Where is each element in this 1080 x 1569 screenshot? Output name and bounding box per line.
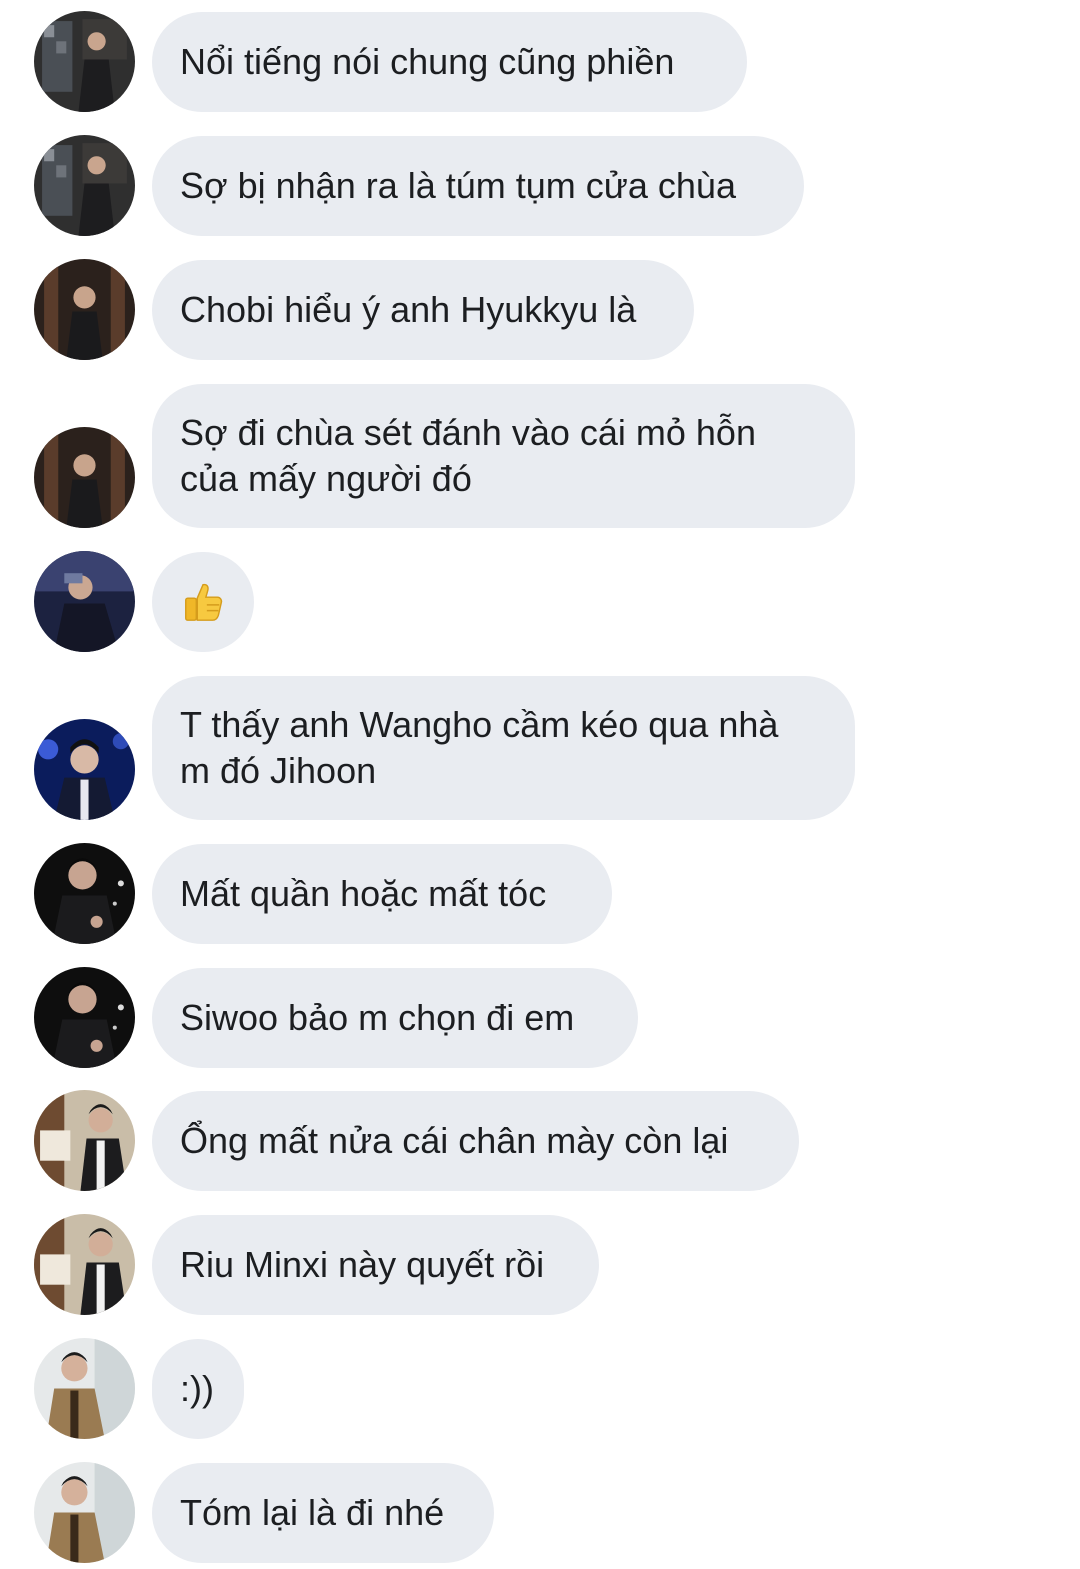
message-bubble[interactable]: Siwoo bảo m chọn đi em <box>152 968 638 1068</box>
message-text: T thấy anh Wangho cầm kéo qua nhà m đó J… <box>180 704 779 791</box>
message-row: :)) <box>0 1338 1080 1439</box>
avatar[interactable] <box>34 719 135 820</box>
avatar[interactable] <box>34 551 135 652</box>
message-text: Sợ bị nhận ra là túm tụm cửa chùa <box>180 165 736 206</box>
message-row: T thấy anh Wangho cầm kéo qua nhà m đó J… <box>0 676 1080 820</box>
message-text: :)) <box>180 1368 214 1409</box>
message-bubble[interactable]: :)) <box>152 1339 244 1439</box>
thumbs-up-icon <box>185 583 223 621</box>
message-row: Tóm lại là đi nhé <box>0 1462 1080 1563</box>
avatar[interactable] <box>34 11 135 112</box>
avatar[interactable] <box>34 1090 135 1191</box>
message-text: Chobi hiểu ý anh Hyukkyu là <box>180 289 637 330</box>
message-row: Mất quần hoặc mất tóc <box>0 843 1080 944</box>
message-row: Chobi hiểu ý anh Hyukkyu là <box>0 259 1080 360</box>
avatar[interactable] <box>34 259 135 360</box>
message-row: Sợ bị nhận ra là túm tụm cửa chùa <box>0 135 1080 236</box>
message-text: Tóm lại là đi nhé <box>180 1492 445 1533</box>
message-text: Nổi tiếng nói chung cũng phiền <box>180 41 675 82</box>
avatar[interactable] <box>34 843 135 944</box>
avatar[interactable] <box>34 135 135 236</box>
message-text: Siwoo bảo m chọn đi em <box>180 997 575 1038</box>
message-text: Riu Minxi này quyết rồi <box>180 1244 545 1285</box>
avatar[interactable] <box>34 1462 135 1563</box>
message-bubble[interactable]: T thấy anh Wangho cầm kéo qua nhà m đó J… <box>152 676 855 820</box>
message-bubble[interactable]: Mất quần hoặc mất tóc <box>152 844 612 944</box>
message-row: Ổng mất nửa cái chân mày còn lại <box>0 1090 1080 1191</box>
message-bubble[interactable] <box>152 552 254 652</box>
message-row: Riu Minxi này quyết rồi <box>0 1214 1080 1315</box>
chat-thread: Nổi tiếng nói chung cũng phiền Sợ bị nhậ… <box>0 0 1080 1569</box>
message-bubble[interactable]: Riu Minxi này quyết rồi <box>152 1215 599 1315</box>
avatar[interactable] <box>34 427 135 528</box>
message-text: Mất quần hoặc mất tóc <box>180 873 547 914</box>
message-text: Sợ đi chùa sét đánh vào cái mỏ hỗn của m… <box>180 412 756 499</box>
message-row <box>0 551 1080 652</box>
message-row: Siwoo bảo m chọn đi em <box>0 967 1080 1068</box>
avatar[interactable] <box>34 967 135 1068</box>
avatar[interactable] <box>34 1338 135 1439</box>
message-bubble[interactable]: Sợ bị nhận ra là túm tụm cửa chùa <box>152 136 804 236</box>
message-bubble[interactable]: Tóm lại là đi nhé <box>152 1463 494 1563</box>
message-text: Ổng mất nửa cái chân mày còn lại <box>180 1120 729 1161</box>
message-row: Sợ đi chùa sét đánh vào cái mỏ hỗn của m… <box>0 384 1080 528</box>
message-bubble[interactable]: Nổi tiếng nói chung cũng phiền <box>152 12 747 112</box>
message-bubble[interactable]: Sợ đi chùa sét đánh vào cái mỏ hỗn của m… <box>152 384 855 528</box>
message-row: Nổi tiếng nói chung cũng phiền <box>0 11 1080 112</box>
message-bubble[interactable]: Chobi hiểu ý anh Hyukkyu là <box>152 260 694 360</box>
message-bubble[interactable]: Ổng mất nửa cái chân mày còn lại <box>152 1091 799 1191</box>
avatar[interactable] <box>34 1214 135 1315</box>
